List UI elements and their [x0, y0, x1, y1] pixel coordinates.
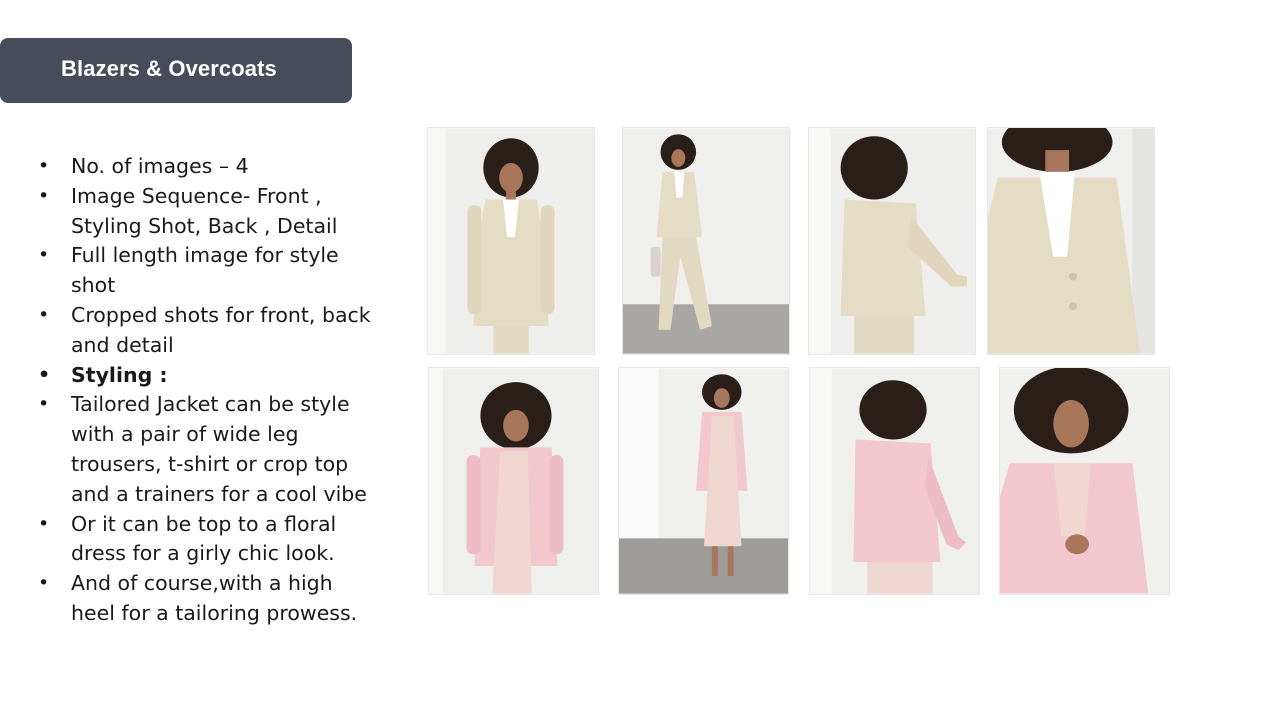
beige-blazer-front-photo: [427, 127, 595, 355]
pink-front-illustration: [429, 368, 598, 594]
beige-detail-illustration: [988, 128, 1154, 354]
bullet-item: Full length image for style shot: [38, 241, 383, 301]
pink-styling-illustration: [619, 368, 788, 594]
beige-blazer-styling-photo: [622, 127, 790, 355]
page-title: Blazers & Overcoats: [61, 55, 277, 81]
title-banner: Blazers & Overcoats: [0, 38, 352, 103]
bullet-item: Tailored Jacket can be style with a pair…: [38, 390, 383, 509]
beige-styling-illustration: [623, 128, 789, 354]
beige-blazer-back-photo: [808, 127, 976, 355]
beige-front-illustration: [428, 128, 594, 354]
beige-blazer-detail-photo: [987, 127, 1155, 355]
pink-blazer-styling-photo: [618, 367, 789, 595]
bullet-item: Image Sequence- Front , Styling Shot, Ba…: [38, 182, 383, 242]
bullet-item: And of course,with a high heel for a tai…: [38, 569, 383, 629]
bullet-item: Cropped shots for front, back and detail: [38, 301, 383, 361]
bullet-item: Or it can be top to a floral dress for a…: [38, 510, 383, 570]
bullet-list: No. of images – 4 Image Sequence- Front …: [38, 152, 383, 629]
bullet-item: No. of images – 4: [38, 152, 383, 182]
bullet-item-styling-heading: Styling :: [38, 361, 383, 391]
pink-blazer-back-photo: [809, 367, 980, 595]
beige-back-illustration: [809, 128, 975, 354]
pink-detail-illustration: [1000, 368, 1169, 594]
pink-blazer-front-photo: [428, 367, 599, 595]
pink-back-illustration: [810, 368, 979, 594]
pink-blazer-detail-photo: [999, 367, 1170, 595]
